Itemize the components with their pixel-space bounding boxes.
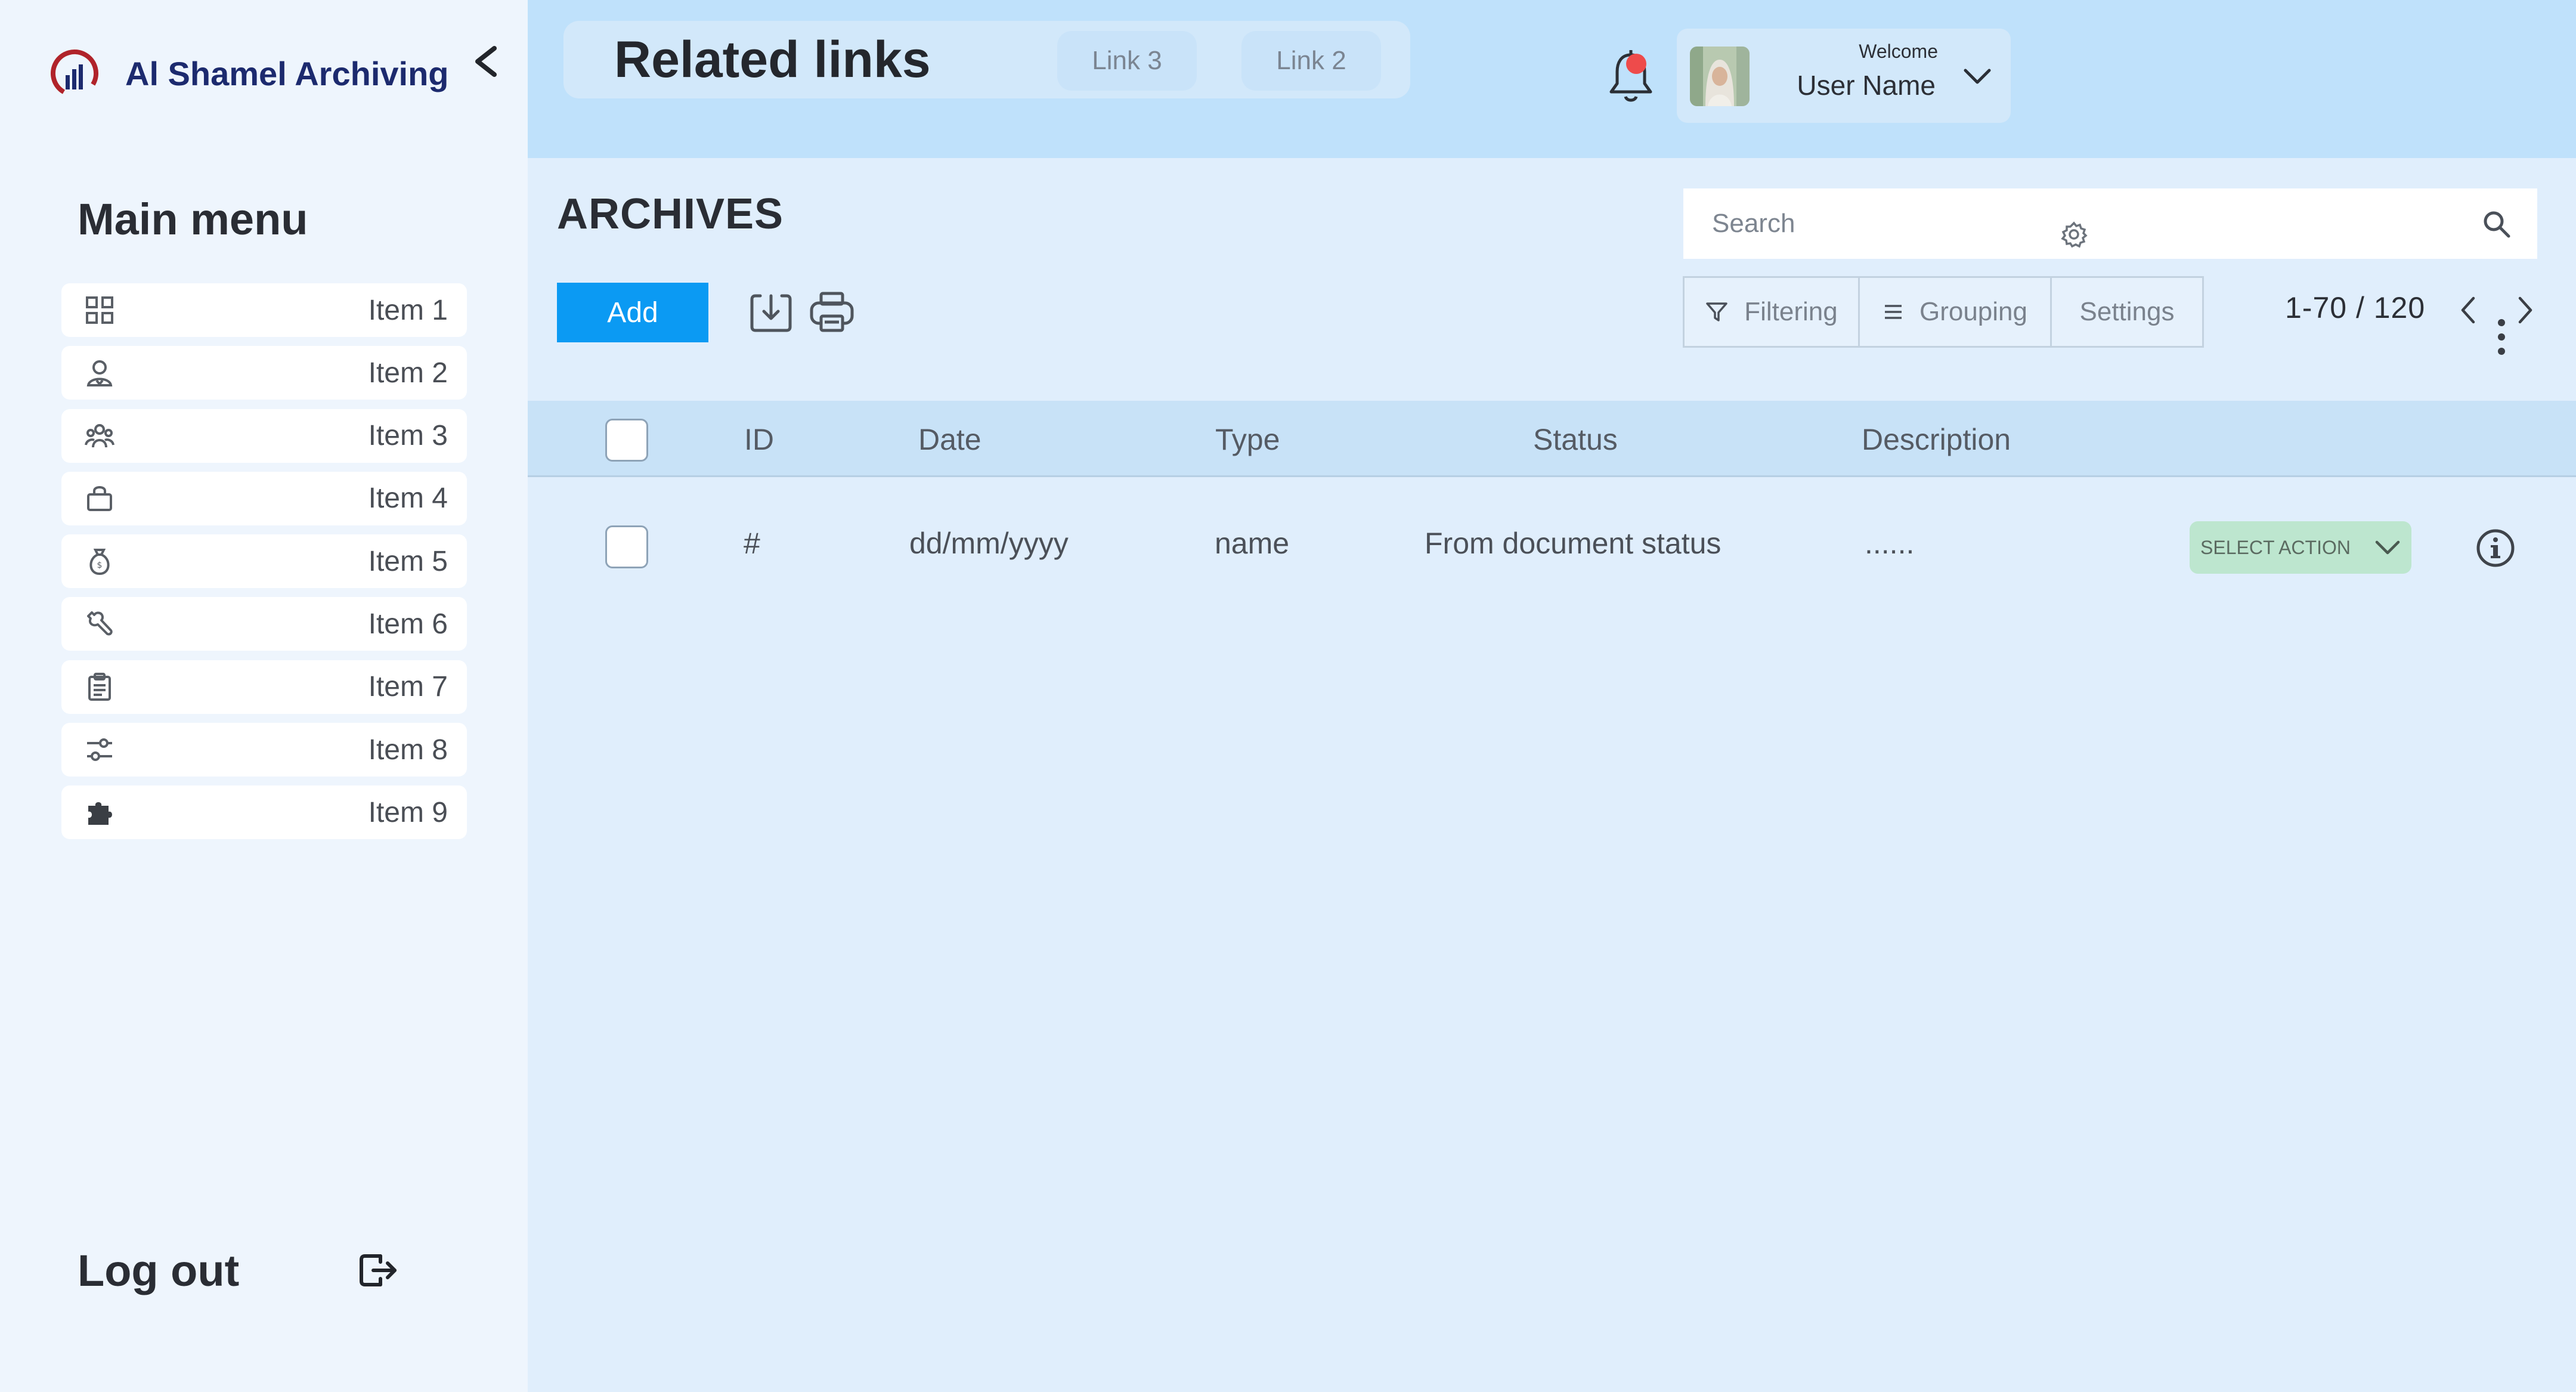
column-id[interactable]: ID xyxy=(744,422,774,457)
chevron-left-icon xyxy=(475,46,497,77)
sidebar-item-8[interactable]: Item 8 xyxy=(61,723,467,777)
grid-icon xyxy=(83,293,116,327)
welcome-text: Welcome xyxy=(1859,41,1938,62)
filtering-button[interactable]: Filtering xyxy=(1685,278,1860,346)
sidebar-item-label: Item 4 xyxy=(368,482,448,515)
settings-label: Settings xyxy=(2079,297,2175,326)
column-date[interactable]: Date xyxy=(918,422,982,457)
related-links-title: Related links xyxy=(614,31,931,88)
pagination-range: 1-70 / 120 xyxy=(2285,291,2426,324)
cell-type: name xyxy=(1215,527,1290,560)
select-action-dropdown[interactable]: SELECT ACTION xyxy=(2190,521,2411,574)
sidebar: Al Shamel Archiving Main menu Item 1 Ite… xyxy=(0,0,528,1392)
add-button[interactable]: Add xyxy=(557,283,708,342)
basket-icon xyxy=(83,482,116,515)
table-header: ID Date Type Status Description xyxy=(528,401,2576,477)
sidebar-item-label: Item 1 xyxy=(368,294,448,326)
print-icon[interactable] xyxy=(808,289,856,336)
filtering-label: Filtering xyxy=(1744,297,1838,326)
select-all-checkbox[interactable] xyxy=(605,419,648,462)
sidebar-item-4[interactable]: Item 4 xyxy=(61,471,467,525)
page-title: ARCHIVES xyxy=(557,190,784,238)
brand-name: Al Shamel Archiving xyxy=(125,54,449,92)
sidebar-item-label: Item 6 xyxy=(368,608,448,640)
related-link-3[interactable]: Link 3 xyxy=(1057,31,1197,91)
sidebar-item-9[interactable]: Item 9 xyxy=(61,785,467,840)
user-icon xyxy=(83,356,116,389)
notification-badge xyxy=(1626,54,1646,74)
column-description[interactable]: Description xyxy=(1862,422,2011,457)
search-box xyxy=(1683,188,2537,259)
sliders-icon xyxy=(83,733,116,766)
sidebar-item-5[interactable]: $ Item 5 xyxy=(61,534,467,589)
puzzle-icon xyxy=(83,796,116,829)
previous-page-icon[interactable] xyxy=(2452,293,2485,327)
more-options-icon[interactable] xyxy=(2487,313,2516,361)
sidebar-item-label: Item 7 xyxy=(368,671,448,703)
settings-button[interactable]: Settings xyxy=(2052,278,2202,346)
grouping-button[interactable]: Grouping xyxy=(1860,278,2052,346)
group-icon xyxy=(83,419,116,453)
cell-id: # xyxy=(744,527,760,560)
cell-date: dd/mm/yyyy xyxy=(909,527,1069,560)
chevron-down-icon xyxy=(2375,540,2400,555)
wrench-icon xyxy=(83,607,116,641)
column-type[interactable]: Type xyxy=(1215,422,1280,457)
logout-icon xyxy=(360,1254,397,1286)
related-link-2[interactable]: Link 2 xyxy=(1241,31,1381,91)
menu-lines-icon xyxy=(1884,305,1902,319)
gear-icon[interactable] xyxy=(2059,219,2089,249)
money-bag-icon: $ xyxy=(83,545,116,578)
sidebar-item-6[interactable]: Item 6 xyxy=(61,597,467,651)
sidebar-item-7[interactable]: Item 7 xyxy=(61,660,467,714)
grouping-label: Grouping xyxy=(1919,297,2027,326)
sidebar-item-2[interactable]: Item 2 xyxy=(61,346,467,400)
chevron-down-icon[interactable] xyxy=(1961,60,1994,93)
sidebar-item-label: Item 9 xyxy=(368,796,448,828)
sidebar-item-label: Item 5 xyxy=(368,545,448,577)
brand[interactable]: Al Shamel Archiving xyxy=(48,47,449,100)
sidebar-item-label: Item 8 xyxy=(368,734,448,766)
table-tools: Filtering Grouping Settings xyxy=(1683,276,2204,348)
brand-logo-icon xyxy=(51,50,98,97)
info-icon[interactable] xyxy=(2476,528,2515,568)
download-icon[interactable] xyxy=(747,289,795,336)
sidebar-item-1[interactable]: Item 1 xyxy=(61,283,467,337)
search-icon[interactable] xyxy=(2480,208,2513,241)
user-name: User Name xyxy=(1797,70,1936,101)
main-menu: Item 1 Item 2 Item 3 Item 4 $ Item 5 Ite… xyxy=(61,283,467,849)
logout-label: Log out xyxy=(78,1245,240,1295)
user-menu[interactable]: Welcome User Name xyxy=(1677,29,2011,123)
header: Related links Link 3 Link 2 xyxy=(528,0,2576,158)
logout-button[interactable]: Log out xyxy=(78,1241,400,1300)
clipboard-icon xyxy=(83,670,116,704)
cell-status: From document status xyxy=(1425,527,1722,560)
column-status[interactable]: Status xyxy=(1533,422,1618,457)
avatar xyxy=(1690,47,1750,106)
sidebar-item-label: Item 2 xyxy=(368,357,448,389)
select-action-label: SELECT ACTION xyxy=(2200,536,2351,558)
sidebar-item-label: Item 3 xyxy=(368,420,448,452)
related-links-panel: Related links Link 3 Link 2 xyxy=(564,21,1410,98)
cell-description: ...... xyxy=(1865,527,1915,560)
main-menu-title: Main menu xyxy=(78,194,308,244)
svg-text:$: $ xyxy=(97,561,103,570)
row-checkbox[interactable] xyxy=(605,525,648,568)
collapse-sidebar-button[interactable] xyxy=(468,41,504,82)
sidebar-item-3[interactable]: Item 3 xyxy=(61,409,467,463)
filter-icon xyxy=(1706,302,1727,321)
